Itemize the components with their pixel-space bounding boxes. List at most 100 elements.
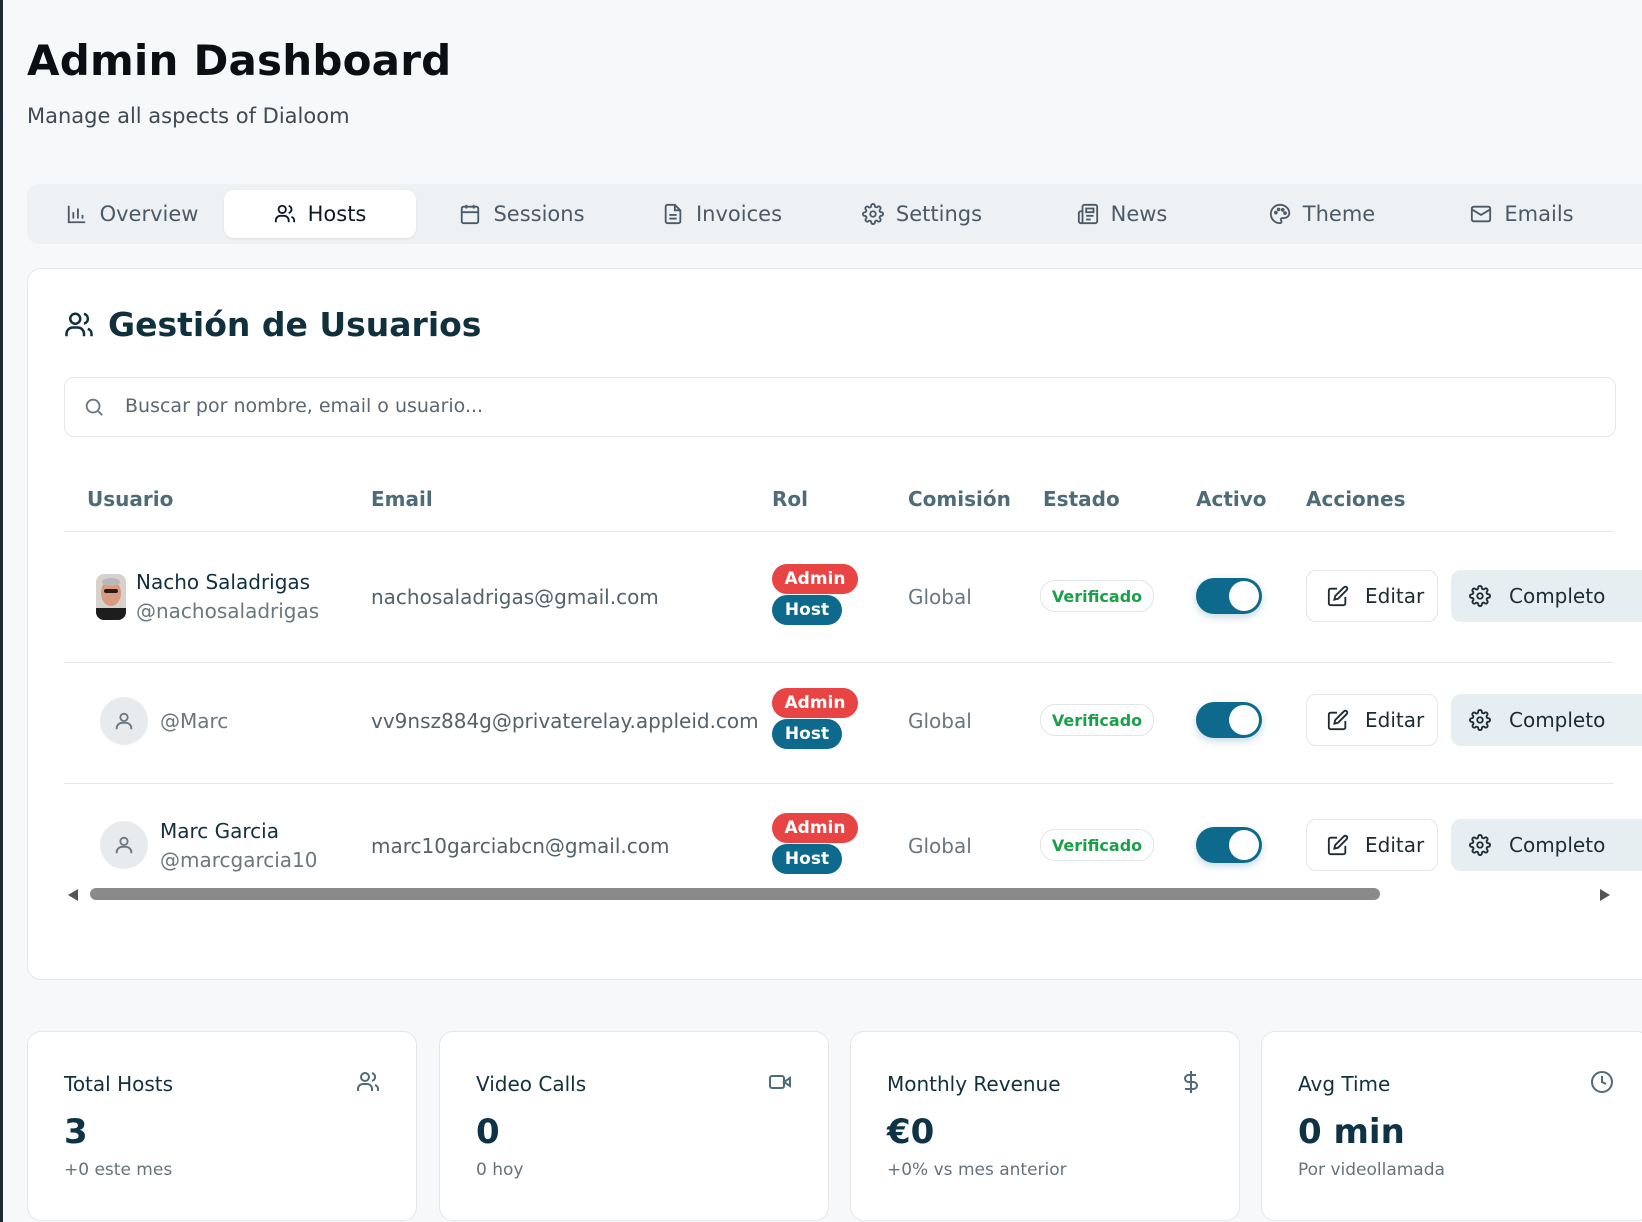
user-handle: @Marc [160,709,229,733]
stat-value: €0 [887,1112,935,1152]
table-row: @Marc vv9nsz884g@privaterelay.appleid.co… [28,663,1642,783]
edit-label: Editar [1365,584,1425,608]
user-icon [115,836,133,854]
horizontal-scrollbar[interactable] [64,887,1614,903]
tab-sessions[interactable]: Sessions [427,190,617,238]
stat-card-monthly-revenue: Monthly Revenue €0 +0% vs mes anterior [850,1031,1240,1221]
stat-subtext: +0 este mes [64,1160,173,1180]
tab-emails[interactable]: Emails [1427,190,1617,238]
tab-overview[interactable]: Overview [37,190,227,238]
users-card: Gestión de Usuarios Usuario Email Rol Co… [27,268,1642,980]
gear-icon [1469,834,1491,856]
users-icon [65,312,93,336]
complete-label: Completo [1509,833,1606,857]
column-header-activo[interactable]: Activo [1196,487,1267,511]
complete-profile-button[interactable]: Completo [1451,694,1642,746]
edit-label: Editar [1365,708,1425,732]
scrollbar-thumb[interactable] [90,888,1380,900]
complete-label: Completo [1509,584,1606,608]
card-title-text: Gestión de Usuarios [108,305,482,344]
scroll-right-arrow[interactable] [1600,889,1610,901]
tab-label: Sessions [493,202,585,226]
stat-label: Avg Time [1298,1072,1391,1096]
user-email: nachosaladrigas@gmail.com [371,585,659,609]
gear-icon [1469,585,1491,607]
stat-subtext: 0 hoy [476,1160,524,1180]
tab-news[interactable]: News [1027,190,1217,238]
tab-label: Overview [99,202,199,226]
user-icon [115,712,133,730]
user-name: Marc Garcia [160,819,279,843]
active-toggle[interactable] [1196,827,1262,863]
role-badge-host: Host [772,844,842,874]
column-header-acciones[interactable]: Acciones [1306,487,1406,511]
toggle-knob [1229,705,1259,735]
edit-icon [1327,585,1349,607]
page-subtitle: Manage all aspects of Dialoom [27,104,350,128]
commission-value: Global [908,585,972,609]
role-badge-host: Host [772,719,842,749]
user-name: Nacho Saladrigas [136,570,311,594]
search-input[interactable] [125,378,1595,434]
complete-profile-button[interactable]: Completo [1451,819,1642,871]
user-handle: @marcgarcia10 [160,848,318,872]
stat-subtext: +0% vs mes anterior [887,1160,1067,1180]
stat-card-video-calls: Video Calls 0 0 hoy [439,1031,829,1221]
tab-bar: Overview Hosts Sessions Invoices Setting… [27,184,1642,244]
users-icon [274,204,295,223]
status-badge: Verificado [1040,704,1154,736]
active-toggle[interactable] [1196,702,1262,738]
tab-theme[interactable]: Theme [1227,190,1417,238]
stat-card-total-hosts: Total Hosts 3 +0 este mes [27,1031,417,1221]
edit-button[interactable]: Editar [1306,570,1438,622]
role-badge-admin: Admin [772,564,858,594]
tab-settings[interactable]: Settings [827,190,1017,238]
tab-invoices[interactable]: Invoices [627,190,817,238]
gear-icon [1469,709,1491,731]
newspaper-icon [1077,203,1098,225]
bar-chart-icon [67,205,85,224]
palette-icon [1269,203,1291,225]
calendar-icon [461,204,480,225]
role-badge-admin: Admin [772,688,858,718]
avatar [96,574,126,620]
stat-subtext: Por videollamada [1298,1160,1445,1180]
scroll-left-arrow[interactable] [68,889,78,901]
edit-button[interactable]: Editar [1306,819,1438,871]
stat-value: 3 [64,1112,88,1152]
complete-profile-button[interactable]: Completo [1451,570,1642,622]
column-header-rol[interactable]: Rol [772,487,808,511]
file-text-icon [664,203,682,225]
tab-hosts[interactable]: Hosts [224,190,416,238]
tab-label: Settings [895,202,983,226]
edit-button[interactable]: Editar [1306,694,1438,746]
status-badge: Verificado [1040,829,1154,861]
column-header-email[interactable]: Email [371,487,433,511]
column-header-comision[interactable]: Comisión [908,487,1011,511]
column-header-estado[interactable]: Estado [1043,487,1120,511]
search-icon [85,398,103,416]
edit-icon [1327,709,1349,731]
tab-label: Theme [1302,202,1376,226]
search-box [64,377,1616,437]
avatar [100,821,148,869]
video-icon [769,1075,791,1089]
edit-label: Editar [1365,833,1425,857]
clock-icon [1591,1071,1613,1093]
role-badge-admin: Admin [772,813,858,843]
toggle-knob [1229,830,1259,860]
user-email: vv9nsz884g@privaterelay.appleid.com [371,709,759,733]
table-row: Nacho Saladrigas @nachosaladrigas nachos… [28,532,1642,663]
mail-icon [1471,205,1492,223]
column-header-usuario[interactable]: Usuario [87,487,173,511]
tab-label: Emails [1504,202,1574,226]
edit-icon [1327,834,1349,856]
stat-value: 0 min [1298,1112,1405,1152]
user-handle: @nachosaladrigas [136,599,320,623]
tab-label: Invoices [695,202,783,226]
toggle-knob [1229,581,1259,611]
stat-value: 0 [476,1112,500,1152]
active-toggle[interactable] [1196,578,1262,614]
stat-label: Total Hosts [64,1072,174,1096]
role-badge-host: Host [772,595,842,625]
